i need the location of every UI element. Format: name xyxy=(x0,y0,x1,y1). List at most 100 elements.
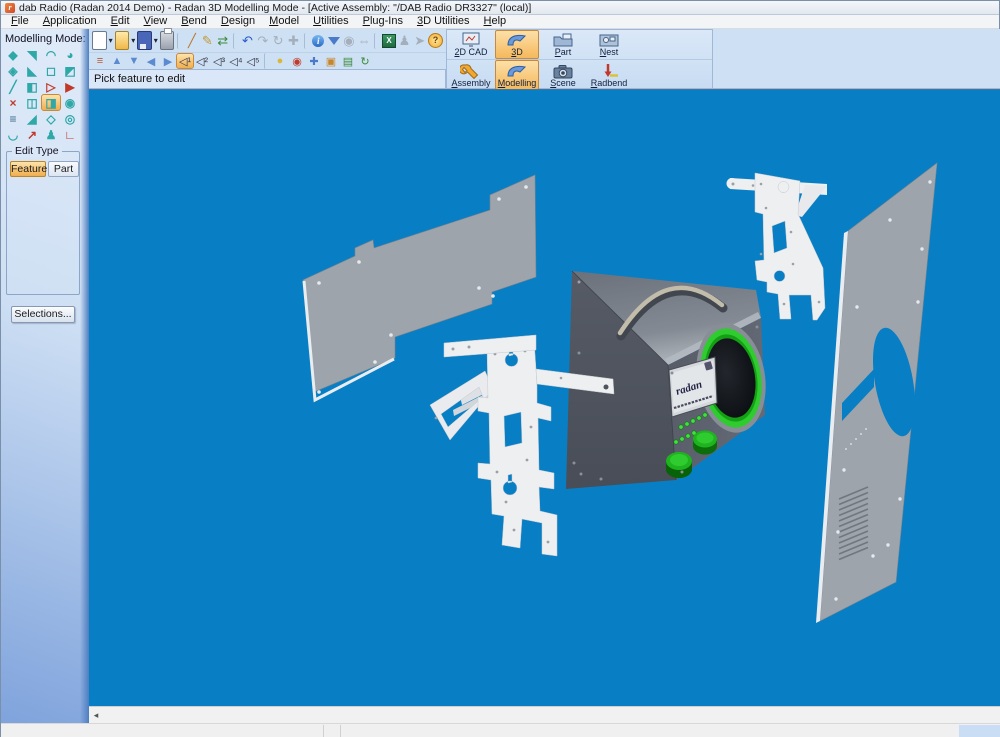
move-right-button[interactable]: ▶ xyxy=(160,54,176,68)
separator xyxy=(177,33,181,49)
refresh-button[interactable]: ↻ xyxy=(357,54,373,68)
target-button[interactable]: ◉ xyxy=(289,54,305,68)
move-up-button[interactable]: ▲ xyxy=(109,54,125,68)
part-flat-icon[interactable]: ◆ xyxy=(4,47,22,62)
sketch-icon[interactable]: ◡ xyxy=(4,127,22,142)
select-level-4-button[interactable]: ◁⁴ xyxy=(228,54,244,68)
move-button[interactable]: ✚ xyxy=(286,31,300,50)
menu-bend[interactable]: Bend xyxy=(174,15,214,28)
import-feature-icon[interactable]: ▶ xyxy=(61,79,79,94)
figure-icon[interactable]: ♟ xyxy=(42,127,60,142)
duplicate-feature-icon[interactable]: ◫ xyxy=(23,95,41,110)
scroll-left-icon[interactable]: ◂ xyxy=(89,710,103,721)
edit-pen-button[interactable]: ✎ xyxy=(200,31,214,50)
delete-feature-icon[interactable]: × xyxy=(4,95,22,110)
inspect-feature-icon[interactable]: ◉ xyxy=(61,95,79,110)
corner-triangle-icon[interactable]: ◣ xyxy=(23,63,41,78)
excel-export-button[interactable] xyxy=(382,31,396,50)
selections-button[interactable]: Selections... xyxy=(11,306,75,323)
edit-type-group: Edit Type FeaturePart xyxy=(6,151,80,295)
knob-upper xyxy=(693,431,717,455)
tube-icon[interactable]: ╱ xyxy=(4,79,22,94)
modelling-mode-icon-grid: ◆◥◠◕ ◈◣◻◩ ╱◧▷▶ ×◫◨◉ ≡◢◇◎ ◡↗♟∟ xyxy=(1,47,89,143)
select-level-3-button[interactable]: ◁³ xyxy=(211,54,227,68)
prompt-bar: Pick feature to edit xyxy=(89,69,446,89)
open-dropdown[interactable]: ▾ xyxy=(130,31,136,50)
redo-button[interactable]: ↷ xyxy=(256,31,270,50)
open-button[interactable] xyxy=(115,31,130,50)
horizontal-scrollbar[interactable]: ◂ xyxy=(89,706,1000,723)
mode-button-modelling[interactable]: Modelling xyxy=(495,60,539,90)
form-tool-icon[interactable]: ◎ xyxy=(61,111,79,126)
copy-part-button[interactable]: ▣ xyxy=(323,54,339,68)
select-level-1-button[interactable]: ◁¹ xyxy=(177,54,193,68)
print-button[interactable] xyxy=(160,31,175,50)
info-button[interactable] xyxy=(311,31,325,50)
menu-utilities[interactable]: Utilities xyxy=(306,15,355,28)
feature-list-button[interactable]: ≡ xyxy=(92,54,108,68)
3d-viewport[interactable]: radan xyxy=(89,89,1000,706)
bend-angle-icon[interactable]: ∟ xyxy=(61,127,79,142)
mode-button-nest[interactable]: Nest xyxy=(587,30,631,59)
select-level-2-button[interactable]: ◁² xyxy=(194,54,210,68)
move-left-button[interactable]: ◀ xyxy=(143,54,159,68)
radbend-icon xyxy=(598,63,620,79)
menu-3d-utilities[interactable]: 3D Utilities xyxy=(410,15,477,28)
unfold-icon[interactable]: ◈ xyxy=(4,63,22,78)
menu-model[interactable]: Model xyxy=(262,15,306,28)
mode-button-scene[interactable]: Scene xyxy=(541,60,585,90)
feature-tree-icon[interactable]: ≡ xyxy=(4,111,22,126)
save-button[interactable] xyxy=(137,31,152,50)
replace-sheet-button[interactable]: ⇄ xyxy=(216,31,230,50)
box-wireframe-icon[interactable]: ◻ xyxy=(42,63,60,78)
mode-button-assembly[interactable]: Assembly xyxy=(449,60,493,90)
export-doc-button[interactable]: ▤ xyxy=(340,54,356,68)
draw-line-button[interactable]: ╱ xyxy=(185,31,199,50)
repeat-button[interactable]: ↻ xyxy=(271,31,285,50)
part-front-panel[interactable] xyxy=(816,163,937,623)
bend-up-icon[interactable]: ↗ xyxy=(23,127,41,142)
mannequin-button[interactable]: ♟ xyxy=(397,31,411,50)
mode-button-radbend[interactable]: Radbend xyxy=(587,60,631,90)
separator xyxy=(233,33,237,49)
filter-button[interactable] xyxy=(326,31,340,50)
cylinder-insert-icon[interactable]: ◧ xyxy=(23,79,41,94)
edit-type-part-button[interactable]: Part xyxy=(48,161,79,177)
menu-view[interactable]: View xyxy=(137,15,175,28)
new-button[interactable] xyxy=(92,31,107,50)
spacing-button[interactable]: ⇔ xyxy=(357,31,371,50)
help-button[interactable] xyxy=(428,31,443,50)
flange-icon[interactable]: ◩ xyxy=(61,63,79,78)
modelling-mode-sidebar: Modelling Mode: ◆◥◠◕◈◣◻◩╱◧▷▶×◫◨◉≡◢◇◎◡↗♟∟… xyxy=(1,29,89,723)
menu-design[interactable]: Design xyxy=(214,15,262,28)
menu-help[interactable]: Help xyxy=(477,15,514,28)
bend-curve-icon[interactable]: ◠ xyxy=(42,47,60,62)
undo-button[interactable]: ↶ xyxy=(240,31,254,50)
new-dropdown[interactable]: ▾ xyxy=(108,31,114,50)
edit-type-feature-button[interactable]: Feature xyxy=(10,161,46,177)
shade-button[interactable]: ● xyxy=(272,54,288,68)
snap-button[interactable]: ◉ xyxy=(342,31,356,50)
menu-file[interactable]: File xyxy=(4,15,36,28)
corner-relief-icon[interactable]: ◢ xyxy=(23,111,41,126)
pan-button[interactable]: ✚ xyxy=(306,54,322,68)
save-dropdown[interactable]: ▾ xyxy=(153,31,159,50)
pick-tool-button[interactable]: ➤ xyxy=(413,31,427,50)
menu-edit[interactable]: Edit xyxy=(104,15,137,28)
part-form-icon[interactable]: ◕ xyxy=(61,47,79,62)
part-bend-icon[interactable]: ◥ xyxy=(23,47,41,62)
select-level-5-button[interactable]: ◁⁵ xyxy=(245,54,261,68)
mode-button-3d[interactable]: 3D xyxy=(495,30,539,59)
move-down-button[interactable]: ▼ xyxy=(126,54,142,68)
menu-application[interactable]: Application xyxy=(36,15,104,28)
punch-icon[interactable]: ◇ xyxy=(42,111,60,126)
edit-type-label: Edit Type xyxy=(12,145,62,157)
export-feature-icon[interactable]: ▷ xyxy=(42,79,60,94)
part-folder-icon xyxy=(552,32,574,48)
edit-feature-icon[interactable]: ◨ xyxy=(42,95,60,110)
mode-button-part[interactable]: Part xyxy=(541,30,585,59)
mode-button-2d-cad[interactable]: 2D CAD xyxy=(449,30,493,59)
app-icon: r xyxy=(5,3,15,13)
modelling-icon xyxy=(506,63,528,79)
menu-plugins[interactable]: Plug-Ins xyxy=(356,15,410,28)
